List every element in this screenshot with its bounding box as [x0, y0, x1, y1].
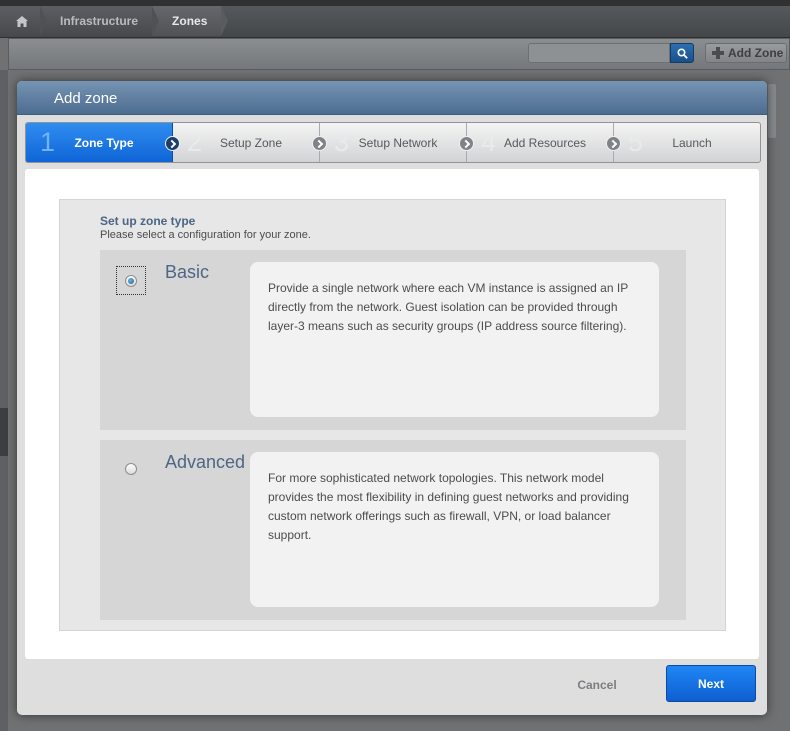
dialog-title: Add zone: [17, 81, 767, 115]
step-label: Add Resources: [503, 135, 587, 150]
wizard-steps: 1 Zone Type 2 Setup Zone 3 Setup Network…: [25, 122, 761, 163]
option-description-basic: Provide a single network where each VM i…: [250, 262, 659, 417]
chevron-right-icon: [165, 136, 180, 151]
radio-advanced-wrapper[interactable]: [116, 454, 146, 483]
step-label: Zone Type: [74, 135, 134, 150]
radio-basic[interactable]: [125, 274, 137, 287]
step-launch[interactable]: 5 Launch: [614, 123, 760, 162]
add-zone-dialog: Add zone 1 Zone Type 2 Setup Zone 3 Setu…: [17, 81, 767, 715]
step-label: Setup Network: [358, 135, 438, 150]
step-label: Launch: [672, 135, 712, 150]
option-basic[interactable]: Basic Provide a single network where eac…: [100, 250, 686, 430]
next-button[interactable]: Next: [666, 665, 756, 702]
option-advanced[interactable]: Advanced For more sophisticated network …: [100, 440, 686, 620]
chevron-right-icon: [459, 136, 474, 151]
radio-advanced[interactable]: [125, 462, 137, 475]
option-description-advanced: For more sophisticated network topologie…: [250, 452, 659, 607]
chevron-right-icon: [606, 136, 621, 151]
breadcrumb-zones[interactable]: Zones: [152, 6, 229, 36]
left-panel-shade: [0, 70, 8, 731]
search-button[interactable]: [670, 43, 694, 63]
step-add-resources[interactable]: 4 Add Resources: [467, 123, 621, 162]
plus-icon: [712, 47, 724, 59]
add-zone-label: Add Zone: [728, 46, 784, 60]
search-icon: [676, 47, 688, 59]
step-label: Setup Zone: [219, 135, 283, 150]
search-input[interactable]: [528, 43, 670, 63]
left-panel-marker: [0, 408, 8, 456]
add-zone-button[interactable]: Add Zone: [705, 43, 787, 63]
chevron-right-icon: [312, 136, 327, 151]
option-title-advanced: Advanced: [165, 452, 246, 472]
step-zone-type[interactable]: 1 Zone Type: [26, 123, 180, 162]
breadcrumb: Infrastructure Zones: [0, 6, 229, 36]
step-setup-network[interactable]: 3 Setup Network: [320, 123, 474, 162]
cancel-button[interactable]: Cancel: [562, 671, 632, 699]
section-title: Set up zone type: [100, 214, 196, 228]
radio-basic-wrapper[interactable]: [116, 266, 146, 295]
breadcrumb-home[interactable]: [0, 6, 47, 36]
breadcrumb-infrastructure[interactable]: Infrastructure: [40, 6, 160, 36]
section-subtitle: Please select a configuration for your z…: [100, 229, 311, 241]
dialog-content: Set up zone type Please select a configu…: [25, 169, 759, 659]
top-navigation-bar: Infrastructure Zones: [0, 0, 790, 38]
step-setup-zone[interactable]: 2 Setup Zone: [173, 123, 327, 162]
home-icon: [16, 15, 28, 27]
zone-type-panel: Set up zone type Please select a configu…: [59, 199, 726, 631]
toolbar: Add Zone: [8, 38, 790, 70]
option-title-basic: Basic: [165, 262, 210, 282]
background-scrollbar[interactable]: [768, 84, 776, 138]
